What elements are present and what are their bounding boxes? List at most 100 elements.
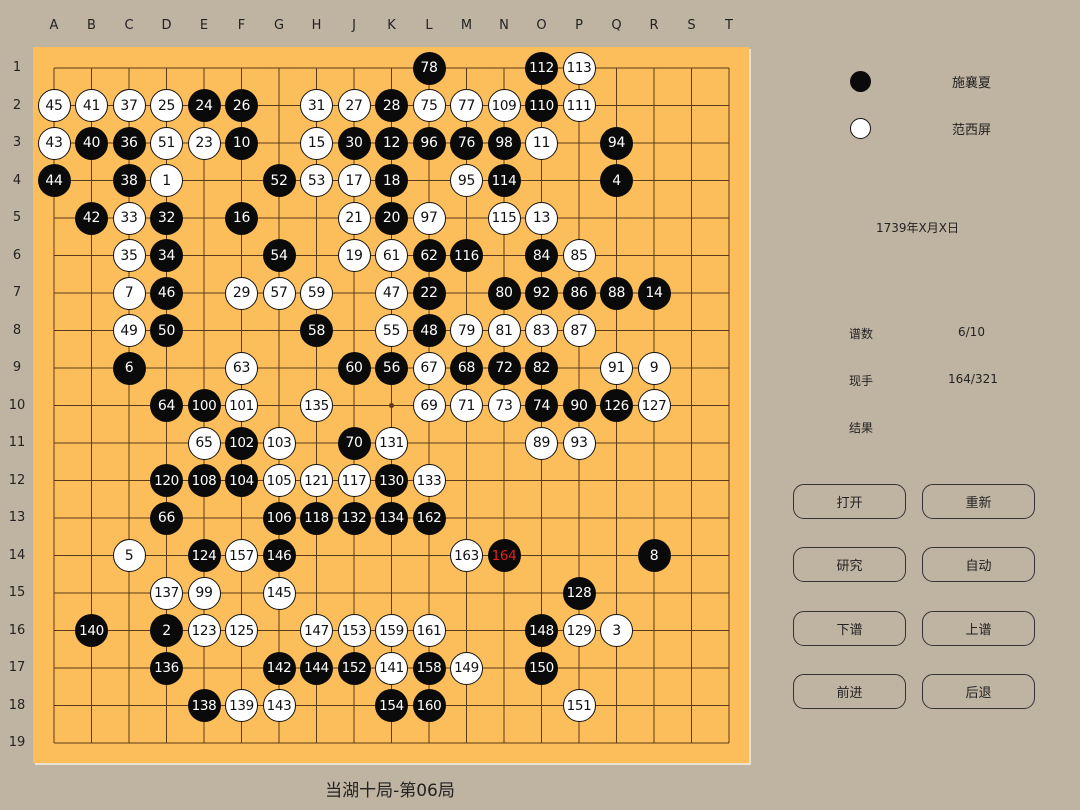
black-stone-28: 28 (375, 89, 408, 122)
white-stone-121: 121 (300, 464, 333, 497)
white-stone-65: 65 (187, 426, 221, 460)
black-stone-48: 48 (412, 314, 446, 347)
row-label-17: 17 (8, 660, 26, 675)
white-stone-49: 49 (112, 314, 146, 347)
white-stone-109: 109 (487, 89, 521, 122)
column-label-g: G (273, 18, 285, 33)
auto-button[interactable]: 自动 (922, 547, 1035, 582)
black-stone-108: 108 (187, 464, 221, 497)
black-stone-152: 152 (337, 651, 371, 685)
column-label-j: J (352, 18, 356, 33)
black-stone-96: 96 (412, 126, 446, 160)
white-stone-93: 93 (562, 426, 596, 460)
column-label-h: H (311, 18, 322, 33)
black-stone-112: 112 (525, 51, 558, 85)
black-stone-36: 36 (112, 126, 146, 160)
next-record-button[interactable]: 下谱 (793, 611, 906, 646)
open-button[interactable]: 打开 (793, 484, 906, 519)
black-stone-26: 26 (225, 89, 258, 122)
white-stone-91: 91 (600, 351, 633, 385)
row-label-4: 4 (12, 172, 22, 188)
row-label-3: 3 (12, 135, 22, 150)
record-value: 6/10 (958, 325, 985, 339)
back-button[interactable]: 后退 (922, 674, 1035, 709)
white-stone-131: 131 (375, 426, 408, 460)
black-stone-40: 40 (75, 126, 108, 160)
white-stone-1: 1 (150, 164, 183, 197)
black-stone-18: 18 (375, 164, 408, 197)
white-stone-51: 51 (150, 126, 183, 160)
star-point (389, 403, 394, 408)
black-stone-60: 60 (337, 351, 371, 385)
black-stone-2: 2 (150, 614, 183, 647)
white-stone-163: 163 (450, 539, 483, 572)
white-stone-159: 159 (375, 614, 408, 647)
black-stone-42: 42 (75, 201, 108, 235)
black-stone-46: 46 (150, 276, 183, 310)
row-label-1: 1 (12, 60, 22, 75)
black-stone-70: 70 (337, 426, 371, 460)
white-stone-95: 95 (450, 164, 483, 197)
column-label-q: Q (611, 18, 622, 33)
white-stone-75: 75 (412, 89, 446, 122)
white-stone-113: 113 (562, 51, 596, 85)
white-stone-125: 125 (225, 614, 258, 647)
black-stone-44: 44 (37, 164, 71, 197)
black-stone-62: 62 (412, 239, 446, 272)
row-label-12: 12 (8, 472, 26, 488)
black-stone-160: 160 (412, 689, 446, 722)
white-stone-79: 79 (450, 314, 483, 347)
white-stone-77: 77 (450, 89, 483, 122)
column-label-e: E (199, 18, 209, 33)
white-stone-157: 157 (225, 539, 258, 572)
go-board[interactable]: 78 112 113 45 41 37 25 24 26 31 27 28 75 77 109 110 111 4… (33, 47, 749, 763)
row-label-11: 11 (8, 435, 26, 450)
black-stone-64: 64 (150, 389, 183, 422)
column-label-f: F (237, 18, 246, 33)
white-stone-117: 117 (337, 464, 371, 497)
white-stone-123: 123 (187, 614, 221, 647)
white-stone-127: 127 (637, 389, 671, 422)
column-label-l: L (425, 18, 433, 33)
black-stone-104: 104 (225, 464, 258, 497)
black-stone-124: 124 (187, 539, 221, 572)
white-stone-55: 55 (375, 314, 408, 347)
forward-button[interactable]: 前进 (793, 674, 906, 709)
white-stone-71: 71 (450, 389, 483, 422)
column-label-k: K (387, 18, 396, 33)
white-stone-35: 35 (112, 239, 146, 272)
white-stone-67: 67 (412, 351, 446, 385)
move-value: 164/321 (948, 372, 998, 386)
white-stone-145: 145 (262, 576, 296, 610)
column-label-r: R (649, 18, 659, 33)
white-stone-45: 45 (37, 89, 71, 122)
black-stone-72: 72 (487, 351, 521, 385)
new-button[interactable]: 重新 (922, 484, 1035, 519)
white-stone-5: 5 (112, 539, 146, 572)
black-stone-22: 22 (412, 276, 446, 310)
white-stone-89: 89 (525, 426, 558, 460)
white-stone-7: 7 (112, 276, 146, 310)
black-stone-86: 86 (562, 276, 596, 310)
game-date: 1739年X月X日 (876, 221, 959, 235)
black-stone-130: 130 (375, 464, 408, 497)
white-stone-47: 47 (375, 276, 408, 310)
black-stone-106: 106 (262, 501, 296, 535)
white-stone-149: 149 (450, 651, 483, 685)
black-stone-84: 84 (525, 239, 558, 272)
black-stone-34: 34 (150, 239, 183, 272)
black-stone-116: 116 (450, 239, 483, 272)
black-stone-20: 20 (375, 201, 408, 235)
white-stone-141: 141 (375, 651, 408, 685)
row-label-18: 18 (8, 697, 26, 713)
black-stone-162: 162 (412, 501, 446, 535)
prev-record-button[interactable]: 上谱 (922, 611, 1035, 646)
black-player-name: 施襄夏 (952, 76, 992, 91)
research-button[interactable]: 研究 (793, 547, 906, 582)
row-label-19: 19 (8, 735, 26, 750)
column-label-o: O (536, 18, 547, 33)
black-stone-80: 80 (487, 276, 521, 310)
black-stone-92: 92 (525, 276, 558, 310)
game-title: 当湖十局-第06局 (325, 781, 455, 801)
white-stone-129: 129 (562, 614, 596, 647)
